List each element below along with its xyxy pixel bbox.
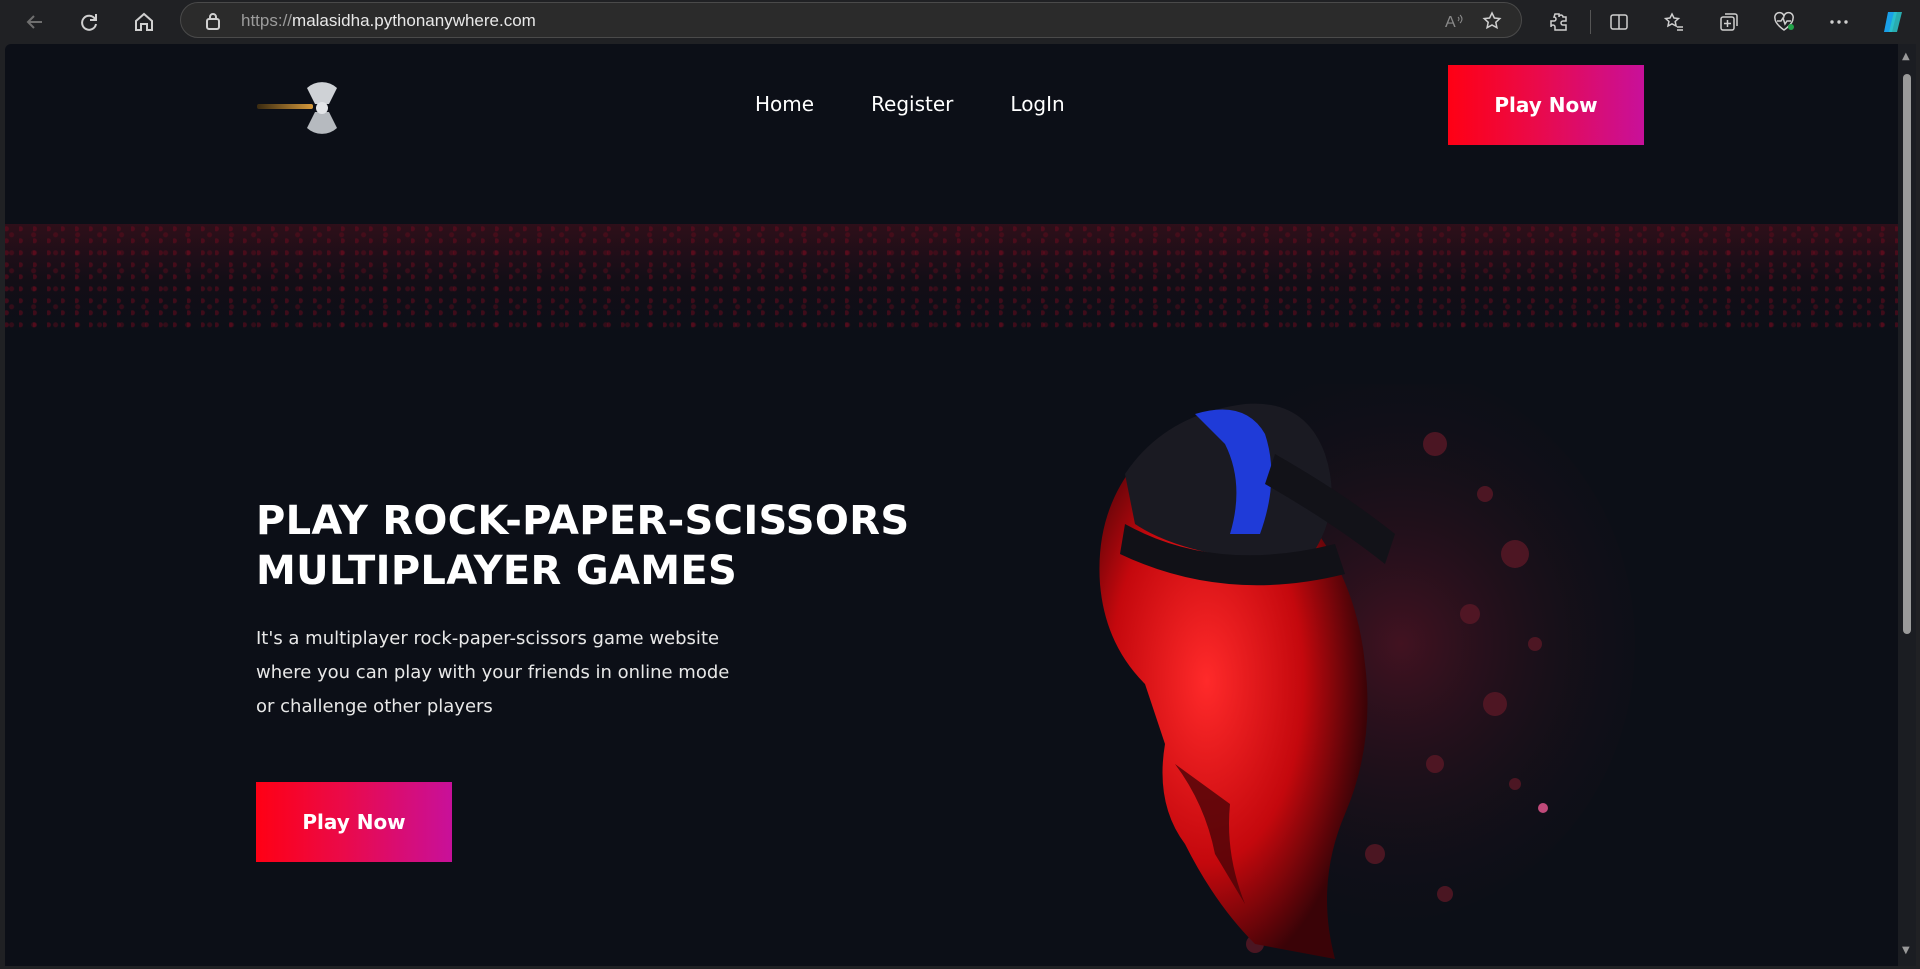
address-bar[interactable]: https://malasidha.pythonanywhere.com A (180, 2, 1522, 38)
split-screen-icon[interactable] (1604, 7, 1634, 37)
hero-desc-line3: or challenge other players (256, 696, 493, 717)
favorites-icon[interactable] (1659, 7, 1689, 37)
scroll-thumb[interactable] (1903, 74, 1911, 634)
url-host: malasidha.pythonanywhere.com (292, 11, 536, 30)
hero-title: PLAY ROCK-PAPER-SCISSORS MULTIPLAYER GAM… (256, 496, 976, 596)
header-play-now-button[interactable]: Play Now (1448, 65, 1644, 145)
svg-text:A: A (1445, 14, 1456, 31)
hero-description: It's a multiplayer rock-paper-scissors g… (256, 622, 776, 724)
back-icon[interactable] (20, 7, 50, 37)
toolbar-divider (1590, 10, 1591, 34)
nav-home[interactable]: Home (755, 92, 814, 116)
url-text[interactable]: https://malasidha.pythonanywhere.com (241, 11, 536, 31)
hero-play-now-button[interactable]: Play Now (256, 782, 452, 862)
lock-icon[interactable] (205, 12, 221, 34)
browser-toolbar: https://malasidha.pythonanywhere.com A (0, 0, 1920, 44)
hero-title-line1: PLAY ROCK-PAPER-SCISSORS (256, 498, 910, 544)
hero-desc-line1: It's a multiplayer rock-paper-scissors g… (256, 628, 720, 649)
scroll-down-icon[interactable]: ▼ (1902, 946, 1912, 956)
url-scheme: https:// (241, 11, 293, 30)
copilot-icon[interactable] (1878, 7, 1908, 37)
nav-register[interactable]: Register (871, 92, 953, 116)
favorite-star-icon[interactable] (1477, 6, 1507, 36)
hero-title-line2: MULTIPLAYER GAMES (256, 548, 738, 594)
speckle-banner (5, 224, 1898, 334)
nav-login[interactable]: LogIn (1010, 92, 1064, 116)
extensions-icon[interactable] (1543, 7, 1573, 37)
collections-icon[interactable] (1714, 7, 1744, 37)
main-nav: Home Register LogIn (755, 92, 1065, 116)
page-scrollbar[interactable]: ▲ ▼ (1898, 44, 1916, 966)
hero-desc-line2: where you can play with your friends in … (256, 662, 730, 683)
browser-essentials-icon[interactable] (1769, 7, 1799, 37)
more-options-icon[interactable] (1824, 7, 1854, 37)
vr-headset-illustration (1015, 364, 1635, 966)
scroll-up-icon[interactable]: ▲ (1902, 52, 1912, 62)
refresh-icon[interactable] (74, 7, 104, 37)
site-logo[interactable] (255, 82, 345, 134)
home-icon[interactable] (129, 7, 159, 37)
page-viewport: Home Register LogIn Play Now PLAY ROCK-P… (5, 44, 1898, 966)
read-aloud-icon[interactable]: A (1439, 6, 1469, 36)
